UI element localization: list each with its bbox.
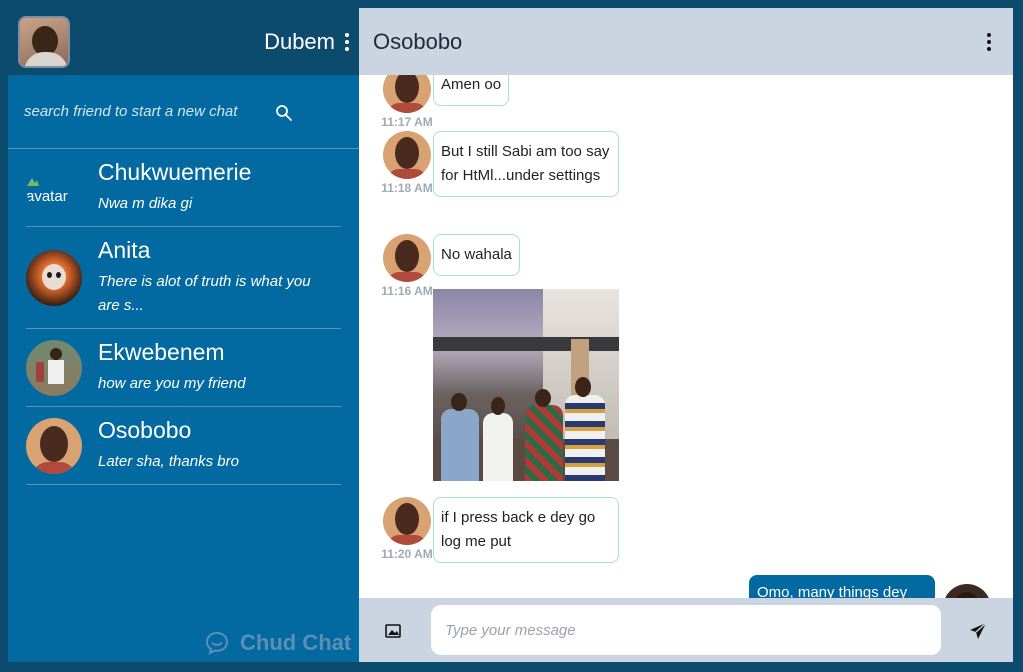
message-time: 11:17 AM <box>381 115 433 129</box>
contact-preview: Nwa m dika gi <box>98 195 193 212</box>
message-item: 11:17 AM Amen oo <box>379 75 510 129</box>
own-avatar <box>943 584 991 598</box>
contact-preview: There is alot of truth is what you are s… <box>98 273 311 314</box>
contact-avatar <box>26 417 82 474</box>
chat-app: Dubem avatar Chukwuemerie Nwa m dika gi <box>8 8 1013 662</box>
contact-name: Osobobo <box>98 417 192 443</box>
message-input[interactable] <box>431 605 941 655</box>
contact-name: Chukwuemerie <box>98 159 252 185</box>
avatar-alt-text: avatar <box>26 187 68 205</box>
message-item: 11:20 AM if I press back e dey go log me… <box>379 497 619 563</box>
search-input[interactable] <box>24 103 254 120</box>
contact-item-osobobo[interactable]: Osobobo Later sha, thanks bro <box>26 407 341 485</box>
sender-avatar <box>383 234 431 282</box>
message-item: 11:18 AM But I still Sabi am too say for… <box>379 131 619 197</box>
sender-avatar <box>383 131 431 179</box>
kebab-menu-icon[interactable] <box>341 30 353 54</box>
message-photo[interactable] <box>433 289 619 481</box>
app-brand: Chud Chat <box>204 630 351 656</box>
message-list: 11:17 AM Amen oo 11:18 AM But I still Sa… <box>359 75 1013 598</box>
search-icon[interactable] <box>274 103 294 123</box>
message-time: 11:20 AM <box>381 547 433 561</box>
message-bubble: if I press back e dey go log me put <box>433 497 619 563</box>
contact-item-ekwebenem[interactable]: Ekwebenem how are you my friend <box>26 329 341 407</box>
message-bubble: No wahala <box>433 234 520 276</box>
contact-name: Anita <box>98 237 151 263</box>
message-item <box>379 289 619 481</box>
contact-avatar: avatar <box>26 160 82 216</box>
contact-preview: how are you my friend <box>98 375 246 392</box>
chat-header: Osobobo <box>359 8 1013 75</box>
send-icon[interactable] <box>968 621 988 641</box>
contact-item-chukwuemerie[interactable]: avatar Chukwuemerie Nwa m dika gi <box>26 149 341 227</box>
sidebar-header: Dubem <box>8 8 359 75</box>
broken-image-icon <box>27 177 39 186</box>
search-bar <box>8 75 359 149</box>
brand-name: Chud Chat <box>240 630 352 655</box>
message-composer <box>359 598 1013 662</box>
sender-avatar <box>383 75 431 113</box>
chat-panel: Osobobo 11:17 AM Amen oo 11:18 AM But I … <box>359 8 1013 662</box>
user-name: Dubem <box>264 29 335 54</box>
contact-item-anita[interactable]: Anita There is alot of truth is what you… <box>26 227 341 329</box>
contact-name: Ekwebenem <box>98 339 225 365</box>
contact-avatar <box>26 339 82 396</box>
message-bubble: Amen oo <box>433 75 510 106</box>
contact-preview: Later sha, thanks bro <box>98 453 239 470</box>
outgoing-message-bubble: Omo, many things dey <box>749 575 935 598</box>
sidebar: Dubem avatar Chukwuemerie Nwa m dika gi <box>8 8 359 662</box>
message-time: 11:18 AM <box>381 181 433 195</box>
chat-title: Osobobo <box>373 28 463 54</box>
chat-bubble-icon <box>205 631 229 655</box>
kebab-menu-icon[interactable] <box>983 30 995 54</box>
message-bubble: But I still Sabi am too say for HtMl...u… <box>433 131 619 197</box>
image-icon[interactable] <box>385 623 401 639</box>
contact-avatar <box>26 249 82 306</box>
sender-avatar <box>383 497 431 545</box>
contact-list: avatar Chukwuemerie Nwa m dika gi Anita … <box>8 149 359 485</box>
user-avatar[interactable] <box>18 15 70 68</box>
